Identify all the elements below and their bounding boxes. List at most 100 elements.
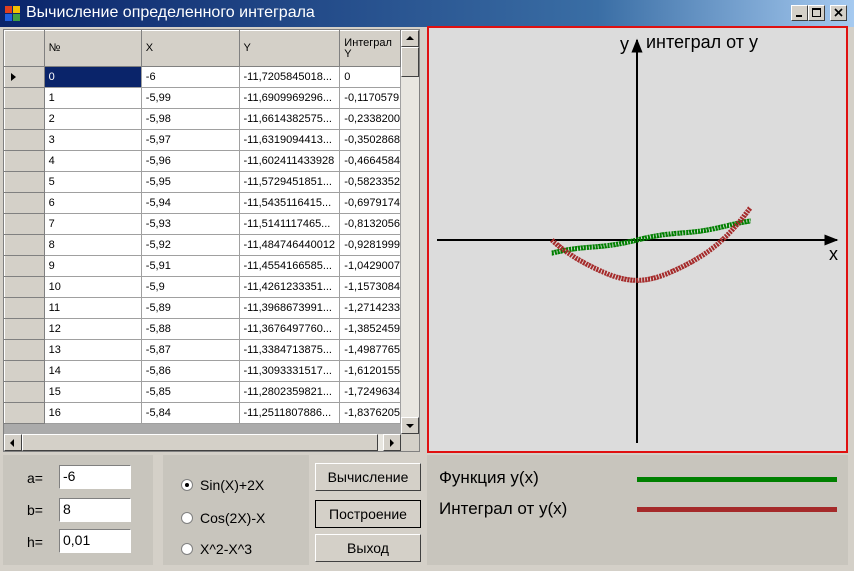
column-header-integral[interactable]: Интеграл Y [339, 30, 401, 67]
cell-integral[interactable]: -0,9281999 [339, 234, 401, 256]
cell-integral[interactable]: -1,8376205 [339, 402, 401, 424]
cell-x[interactable]: -5,98 [141, 108, 240, 130]
vertical-scroll-thumb[interactable] [401, 47, 419, 77]
table-row[interactable]: 11 -5,89 -11,3968673991... -1,2714233 [4, 297, 401, 319]
cell-integral[interactable]: -0,8132056 [339, 213, 401, 235]
row-header[interactable] [4, 255, 45, 277]
cell-number[interactable]: 6 [44, 192, 142, 214]
cell-x[interactable]: -6 [141, 66, 240, 88]
cell-number[interactable]: 10 [44, 276, 142, 298]
cell-y[interactable]: -11,6319094413... [239, 129, 341, 151]
cell-integral[interactable]: -1,6120155 [339, 360, 401, 382]
cell-y[interactable]: -11,2802359821... [239, 381, 341, 403]
table-row[interactable]: 3 -5,97 -11,6319094413... -0,3502868 [4, 129, 401, 151]
row-header[interactable] [4, 381, 45, 403]
cell-integral[interactable]: -0,2338200 [339, 108, 401, 130]
row-header[interactable] [4, 213, 45, 235]
cell-x[interactable]: -5,93 [141, 213, 240, 235]
minimize-button[interactable] [791, 5, 808, 21]
cell-integral[interactable]: -1,7249634 [339, 381, 401, 403]
cell-number[interactable]: 2 [44, 108, 142, 130]
row-header[interactable] [4, 192, 45, 214]
row-header[interactable] [4, 66, 45, 88]
column-header-y[interactable]: Y [238, 30, 341, 67]
table-row[interactable]: 1 -5,99 -11,6909969296... -0,1170579 [4, 87, 401, 109]
cell-x[interactable]: -5,97 [141, 129, 240, 151]
row-header[interactable] [4, 150, 45, 172]
vertical-scrollbar[interactable] [401, 30, 419, 434]
cell-integral[interactable]: -1,1573084 [339, 276, 401, 298]
cell-x[interactable]: -5,87 [141, 339, 240, 361]
cell-x[interactable]: -5,89 [141, 297, 240, 319]
cell-number[interactable]: 0 [44, 66, 142, 88]
cell-y[interactable]: -11,4261233351... [239, 276, 341, 298]
cell-number[interactable]: 4 [44, 150, 142, 172]
cell-integral[interactable]: -1,4987765 [339, 339, 401, 361]
exit-button[interactable]: Выход [315, 534, 421, 562]
table-row[interactable]: 8 -5,92 -11,484746440012 -0,9281999 [4, 234, 401, 256]
table-row[interactable]: 10 -5,9 -11,4261233351... -1,1573084 [4, 276, 401, 298]
scroll-left-button[interactable] [4, 434, 22, 451]
cell-x[interactable]: -5,9 [141, 276, 240, 298]
radio-dot[interactable] [181, 479, 193, 491]
cell-integral[interactable]: -0,4664584 [339, 150, 401, 172]
column-header-x[interactable]: X [140, 30, 240, 67]
cell-y[interactable]: -11,6614382575... [239, 108, 341, 130]
cell-y[interactable]: -11,3968673991... [239, 297, 341, 319]
cell-integral[interactable]: -0,3502868 [339, 129, 401, 151]
table-row[interactable]: 7 -5,93 -11,5141117465... -0,8132056 [4, 213, 401, 235]
cell-integral[interactable]: -0,6979174 [339, 192, 401, 214]
cell-y[interactable]: -11,6909969296... [239, 87, 341, 109]
table-row[interactable]: 15 -5,85 -11,2802359821... -1,7249634 [4, 381, 401, 403]
row-header[interactable] [4, 171, 45, 193]
cell-y[interactable]: -11,7205845018... [239, 66, 341, 88]
cell-number[interactable]: 12 [44, 318, 142, 340]
cell-y[interactable]: -11,5141117465... [239, 213, 341, 235]
radio-dot[interactable] [181, 512, 193, 524]
table-row[interactable]: 16 -5,84 -11,2511807886... -1,8376205 [4, 402, 401, 424]
row-header[interactable] [4, 360, 45, 382]
cell-integral[interactable]: -1,0429007 [339, 255, 401, 277]
radio-function-3[interactable]: X^2-X^3 [181, 541, 252, 557]
data-grid[interactable]: № X Y Интеграл Y 0 -6 -11,7205845018... 0 1-… [3, 29, 420, 452]
plot-button[interactable]: Построение [315, 500, 421, 528]
maximize-button[interactable] [808, 5, 825, 21]
cell-y[interactable]: -11,4554166585... [239, 255, 341, 277]
cell-integral[interactable]: -0,1170579 [339, 87, 401, 109]
radio-dot[interactable] [181, 543, 193, 555]
table-row[interactable]: 6 -5,94 -11,5435116415... -0,6979174 [4, 192, 401, 214]
row-header[interactable] [4, 318, 45, 340]
cell-y[interactable]: -11,602411433928 [239, 150, 341, 172]
cell-integral[interactable]: 0 [339, 66, 401, 88]
cell-number[interactable]: 11 [44, 297, 142, 319]
table-row[interactable]: 14 -5,86 -11,3093331517... -1,6120155 [4, 360, 401, 382]
cell-number[interactable]: 9 [44, 255, 142, 277]
row-header[interactable] [4, 87, 45, 109]
cell-x[interactable]: -5,85 [141, 381, 240, 403]
cell-x[interactable]: -5,88 [141, 318, 240, 340]
table-row[interactable]: 12 -5,88 -11,3676497760... -1,3852459 [4, 318, 401, 340]
horizontal-scrollbar[interactable] [4, 434, 401, 451]
cell-x[interactable]: -5,86 [141, 360, 240, 382]
table-row[interactable]: 4 -5,96 -11,602411433928 -0,4664584 [4, 150, 401, 172]
row-header[interactable] [4, 234, 45, 256]
table-row[interactable]: 5 -5,95 -11,5729451851... -0,5823352 [4, 171, 401, 193]
cell-y[interactable]: -11,5729451851... [239, 171, 341, 193]
cell-integral[interactable]: -1,2714233 [339, 297, 401, 319]
table-row[interactable]: 13 -5,87 -11,3384713875... -1,4987765 [4, 339, 401, 361]
row-header[interactable] [4, 129, 45, 151]
cell-y[interactable]: -11,3384713875... [239, 339, 341, 361]
table-row[interactable]: 0 -6 -11,7205845018... 0 [4, 66, 401, 88]
scroll-right-button[interactable] [383, 434, 401, 451]
row-header[interactable] [4, 297, 45, 319]
horizontal-scroll-thumb[interactable] [22, 434, 378, 451]
cell-number[interactable]: 1 [44, 87, 142, 109]
cell-x[interactable]: -5,99 [141, 87, 240, 109]
radio-function-1[interactable]: Sin(X)+2X [181, 477, 264, 493]
cell-integral[interactable]: -0,5823352 [339, 171, 401, 193]
h-input[interactable]: 0,01 [59, 529, 131, 553]
radio-function-2[interactable]: Cos(2X)-X [181, 510, 265, 526]
close-button[interactable] [830, 5, 847, 21]
cell-x[interactable]: -5,96 [141, 150, 240, 172]
row-header[interactable] [4, 402, 45, 424]
